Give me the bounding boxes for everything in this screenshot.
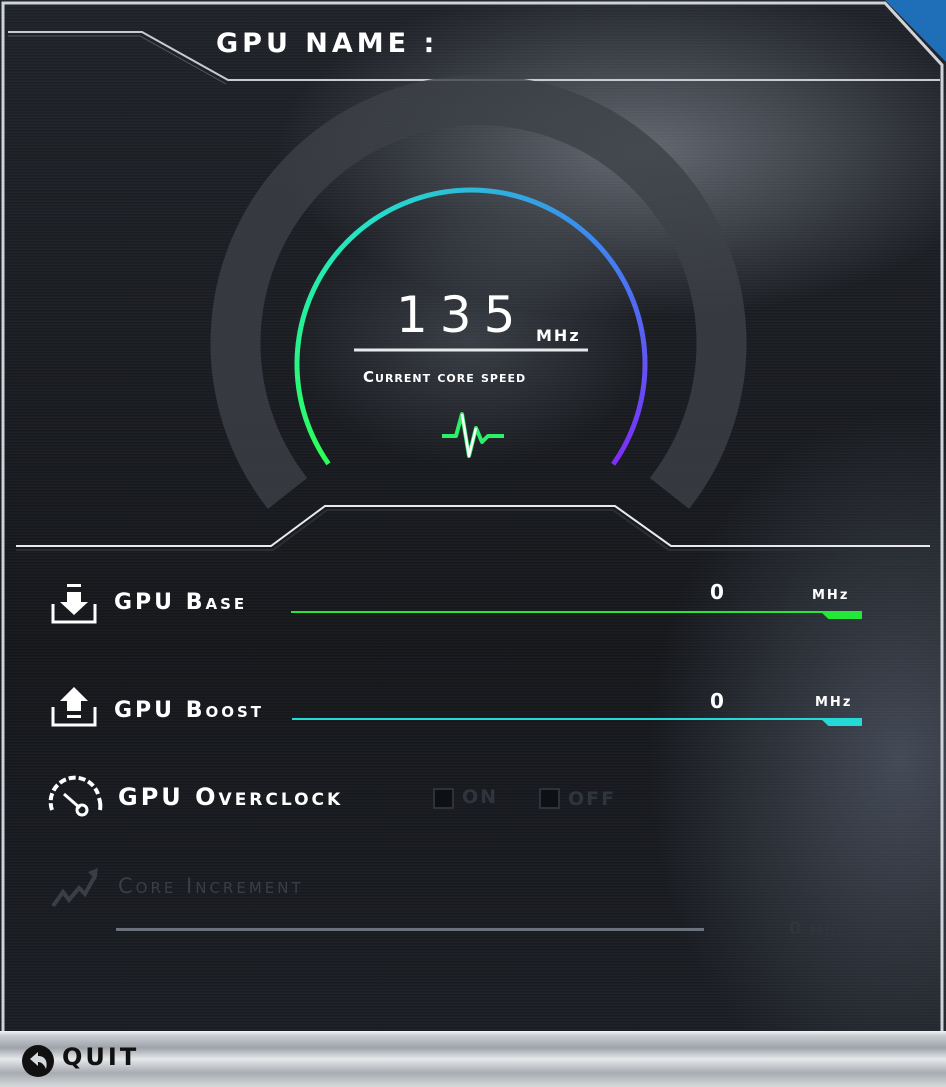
core-increment-label: Core Increment	[118, 874, 304, 898]
core-speed-value: 135	[396, 286, 528, 344]
gauge-arc-segment	[408, 194, 423, 204]
gauge-arc-segment	[335, 240, 349, 254]
gpu-boost-value: 0	[710, 689, 724, 713]
gauge-arc-segment	[294, 368, 301, 382]
gauge-arc-segment	[508, 191, 523, 200]
gauge-arc-segment	[312, 440, 324, 455]
gpu-boost-unit: MHz	[815, 695, 853, 710]
gauge-arc-segment	[363, 216, 378, 228]
gauge-arc-segment	[294, 342, 301, 357]
gauge-arc-segment	[628, 294, 638, 309]
gauge-arc-segment	[307, 429, 318, 444]
gauge-arc-segment	[617, 440, 629, 456]
gauge-arc-segment	[611, 451, 623, 466]
gpu-overclock-label: GPU Overclock	[118, 783, 344, 811]
gauge-arc-segment	[495, 189, 510, 197]
core-speed-unit: MHz	[536, 326, 581, 345]
gauge-arc-segment	[304, 293, 314, 308]
gauge-arc-segment	[384, 203, 400, 215]
download-icon	[51, 584, 97, 624]
gauge-arc-segment	[594, 241, 607, 255]
speedometer-icon	[48, 775, 103, 817]
upload-icon	[51, 687, 97, 727]
gpu-panel: GPU NAME : 135 MHz Current core speed GP…	[0, 0, 946, 1087]
gauge-arc-segment	[420, 191, 435, 200]
overclock-on-label[interactable]: ON	[462, 786, 498, 808]
gauge-arc-segment	[565, 216, 579, 229]
gauge-arc-segment	[295, 380, 303, 395]
gpu-base-unit: MHz	[812, 588, 850, 603]
overclock-on-checkbox[interactable]	[433, 788, 454, 809]
gauge-arc-segment	[543, 204, 558, 215]
gauge-arc-segment	[520, 194, 535, 204]
gauge-arc-segment	[616, 271, 628, 286]
gpu-boost-label: GPU Boost	[114, 698, 265, 723]
gauge-arc-segment	[300, 305, 310, 320]
gauge-arc-segment	[327, 250, 341, 264]
core-increment-unit: MHz	[810, 924, 848, 939]
trend-up-icon	[51, 868, 98, 908]
quit-button[interactable]: QUIT	[20, 1041, 160, 1079]
gauge-arc-segment	[639, 381, 647, 396]
core-increment-value: 0	[789, 918, 802, 939]
gauge-arc-segment	[641, 368, 648, 383]
back-arrow-icon	[22, 1045, 54, 1077]
gauge-arc-segment	[314, 270, 326, 285]
gauge-arc-segment	[297, 393, 305, 408]
gauge-arc-segment	[633, 405, 643, 421]
gauge-arc-segment	[554, 209, 569, 222]
gauge-arc-segment	[297, 317, 306, 332]
page-title: GPU NAME :	[216, 28, 439, 59]
gauge-arc-segment	[396, 198, 411, 209]
gauge-arc-segment	[641, 343, 648, 358]
core-increment-slider[interactable]	[116, 928, 704, 931]
gauge-arc-segment	[470, 187, 485, 194]
gauge-arc-segment	[445, 187, 460, 195]
gpu-boost-slider-handle[interactable]	[820, 718, 862, 726]
gauge-arc-segment	[344, 231, 358, 245]
gauge-arc-segment	[295, 330, 303, 345]
gauge-arc-segment	[320, 260, 333, 274]
quit-label: QUIT	[62, 1043, 140, 1071]
gpu-boost-slider[interactable]	[292, 718, 860, 720]
gauge-arc-segment	[319, 451, 331, 466]
gauge-arc-segment	[374, 209, 388, 221]
gpu-base-slider[interactable]	[291, 611, 857, 613]
gpu-base-value: 0	[710, 580, 724, 604]
pulse-icon	[442, 412, 504, 458]
gauge-arc-segment	[610, 260, 622, 275]
gauge-arc-segment	[623, 429, 635, 444]
gauge-arc-segment	[632, 306, 642, 321]
overclock-off-label[interactable]: OFF	[568, 788, 616, 810]
gauge-arc-segment	[531, 199, 547, 209]
gauge-arc-segment	[575, 223, 589, 237]
gauge-arc-segment	[308, 281, 320, 297]
gauge-arc-segment	[637, 393, 645, 408]
gauge-arc-segment	[585, 232, 599, 245]
gauge-arc-segment	[629, 417, 639, 433]
gauge-arc-segment	[483, 187, 498, 195]
gauge-arc-segment	[299, 405, 309, 420]
gpu-base-slider-handle[interactable]	[820, 611, 862, 619]
gauge-arc-segment	[303, 417, 313, 432]
gauge-arc-segment	[623, 282, 634, 297]
panel-frame	[1, 0, 946, 1083]
gauge-arc-segment	[602, 250, 615, 265]
gauge-arc-segment	[432, 189, 447, 197]
gpu-base-label: GPU Base	[114, 590, 248, 615]
gauge-arc-segment	[636, 318, 645, 333]
gauge-arc-segment	[639, 330, 647, 345]
core-speed-caption: Current core speed	[363, 368, 527, 386]
overclock-off-checkbox[interactable]	[539, 788, 560, 809]
gauge-arc-segment	[353, 223, 368, 236]
